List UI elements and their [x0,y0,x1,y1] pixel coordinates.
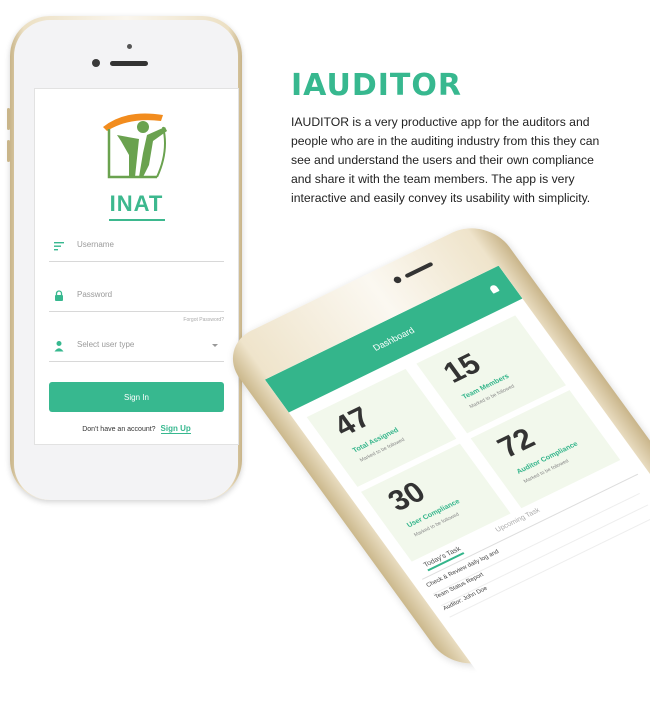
volume-up-button [7,108,10,130]
no-account-text: Don't have an account? [82,426,156,433]
front-camera [392,275,403,285]
stat-value: 15 [437,347,488,390]
stat-value: 72 [491,422,542,465]
hero-description: IAUDITOR is a very productive app for th… [291,115,600,205]
chevron-down-icon [212,344,218,347]
username-field[interactable]: Username [49,237,224,262]
brand-name: INAT [109,191,164,216]
lock-icon [55,290,63,301]
password-placeholder: Password [77,290,113,299]
stat-value: 47 [327,401,378,443]
user-type-select[interactable]: Select user type [49,337,224,362]
hero-title: IAUDITOR [291,68,462,103]
brand-underline [109,219,165,221]
sensor-dot [127,44,132,49]
earpiece-speaker [404,261,434,279]
dashboard-title: Dashboard [370,325,417,353]
password-field[interactable]: Password [49,287,224,312]
front-camera [92,59,100,67]
list-icon [54,242,64,251]
user-type-placeholder: Select user type [77,340,135,349]
volume-down-button [7,140,10,162]
earpiece-speaker [110,61,148,66]
stat-value: 30 [381,475,432,518]
username-placeholder: Username [77,240,114,249]
user-icon [54,341,64,352]
forgot-password-link[interactable]: Forgot Password? [183,317,224,323]
bell-icon[interactable] [488,284,500,294]
inat-logo [95,105,181,183]
